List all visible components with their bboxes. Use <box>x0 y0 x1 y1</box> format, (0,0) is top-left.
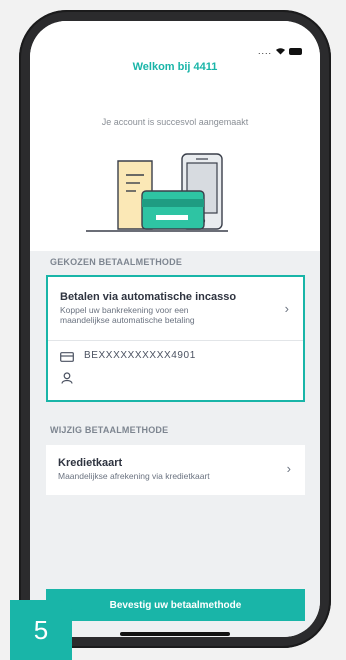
alt-method-desc: Maandelijkse afrekening via kredietkaart <box>58 471 210 481</box>
chosen-method-card[interactable]: Betalen via automatische incasso Koppel … <box>46 275 305 402</box>
alt-method-title: Kredietkaart <box>58 457 123 469</box>
page-subtitle: Je account is succesvol aangemaakt <box>101 117 249 127</box>
chosen-method-desc-1: Koppel uw bankrekening voor een <box>60 305 189 315</box>
chosen-method-desc-2: maandelijkse automatische betaling <box>60 315 195 325</box>
signal-icon: .... <box>257 46 272 56</box>
payment-illustration-icon <box>86 153 228 232</box>
chosen-method-title: Betalen via automatische incasso <box>60 291 237 303</box>
confirm-button[interactable]: Bevestig uw betaalmethode <box>46 589 305 621</box>
app-screen: .... Welkom bij 4411 Je account is succe… <box>30 21 320 637</box>
alt-method-card[interactable]: Kredietkaart Maandelijkse afrekening via… <box>46 445 305 495</box>
credit-card-icon <box>60 352 74 362</box>
chevron-right-icon[interactable]: › <box>285 301 289 316</box>
user-icon <box>61 372 73 384</box>
page-title: Welkom bij 4411 <box>132 61 218 73</box>
wifi-icon <box>276 48 285 55</box>
battery-icon <box>289 47 302 55</box>
status-bar: .... <box>30 21 320 59</box>
iban-value: BEXXXXXXXXXX4901 <box>84 350 196 361</box>
step-badge: 5 <box>10 600 72 660</box>
card-divider <box>48 340 303 341</box>
chosen-method-label: GEKOZEN BETAALMETHODE <box>30 251 320 273</box>
home-indicator <box>120 632 230 636</box>
status-indicators: .... <box>258 46 302 56</box>
change-method-label: WIJZIG BETAALMETHODE <box>30 419 320 441</box>
chevron-right-icon[interactable]: › <box>287 461 291 476</box>
